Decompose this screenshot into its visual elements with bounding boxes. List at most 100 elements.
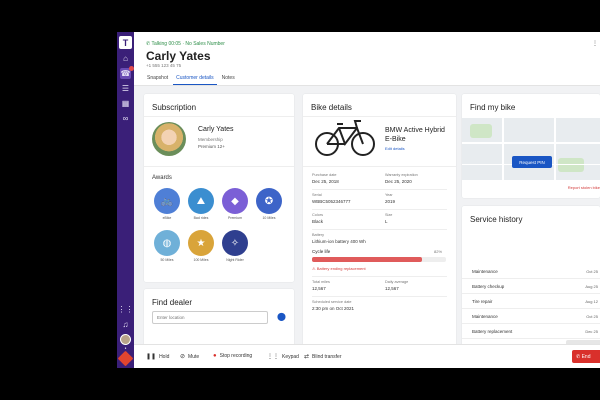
award-label: Night Rider (226, 258, 244, 262)
dealer-location-input[interactable] (152, 311, 268, 324)
call-status: ✆ Talking 00:05 · No Sales Number (146, 41, 225, 47)
app-window: T ⌂ ☎ ☰ ▦ ∞ ⋮⋮ ♫ ● ✆ Talking 00:05 · No … (117, 32, 600, 368)
service-history-title: Service history (470, 215, 523, 224)
alert-icon[interactable] (117, 350, 134, 367)
dealer-title: Find dealer (152, 298, 193, 307)
customer-phone: +1 555 123 45 75 (146, 63, 182, 68)
list-item[interactable]: Maintenance Oct 25 (462, 264, 600, 279)
call-controls-bar: ❚❚ Hold ⊘ Mute ● Stop recording ⋮⋮ Keypad ⇄ B… (134, 344, 600, 368)
divider (312, 276, 447, 277)
bell-icon[interactable]: ♫ (120, 319, 131, 330)
app-logo-icon: T (119, 36, 132, 49)
contacts-icon[interactable]: ☎ (120, 66, 134, 79)
end-call-button[interactable]: ✆ End (572, 350, 600, 363)
tab-customer-details[interactable]: Customer details (173, 75, 217, 85)
award-label: 50 Miles (160, 258, 174, 262)
list-item[interactable]: Tire repair Aug 12 (462, 294, 600, 309)
award-label: Premium (227, 216, 242, 220)
service-date: Oct 25 (586, 314, 598, 319)
mic-off-icon: ⊘ (180, 354, 186, 360)
service-type: Battery checkup (472, 284, 505, 289)
field-value: Dec 25, 2020 (385, 179, 412, 184)
record-label: Stop recording (219, 353, 253, 359)
field-value: WBBC5052346777 (312, 199, 351, 204)
field-label: Serial (312, 193, 322, 197)
tab-snapshot[interactable]: Snapshot (144, 75, 171, 85)
subscriber-name: Carly Yates (198, 126, 234, 133)
field-label: Battery (312, 233, 325, 237)
award-label: eBike (162, 216, 172, 220)
divider (303, 166, 456, 167)
stop-recording-button[interactable]: ● Stop recording (213, 353, 252, 359)
hold-button[interactable]: ❚❚ Hold (146, 353, 170, 361)
bike-details-card: Bike details BMW Active Hybrid E-Bike Ed… (303, 94, 456, 363)
list-item[interactable]: Battery checkup Aug 25 (462, 279, 600, 294)
mute-button[interactable]: ⊘ Mute (180, 353, 200, 361)
list-item[interactable]: Battery replacement Dec 25 (462, 324, 600, 339)
rail-bottom: ⋮⋮ ♫ ● (117, 300, 134, 367)
field-value: L (385, 219, 388, 224)
map-park (470, 124, 492, 138)
end-label: End (581, 353, 591, 360)
globe-icon: ◍ (154, 230, 180, 256)
blind-transfer-button[interactable]: ⇄ Blind transfer (304, 353, 342, 361)
subscription-card: Subscription Carly Yates Membership Prem… (144, 94, 294, 282)
mountain-icon: ⛰ (188, 188, 214, 214)
left-rail: T ⌂ ☎ ☰ ▦ ∞ ⋮⋮ ♫ ● (117, 32, 134, 368)
divider (312, 209, 447, 210)
voicemail-icon[interactable]: ∞ (120, 113, 131, 124)
find-my-bike-card: Find my bike Request PIN Report stolen b… (462, 94, 600, 198)
list-icon[interactable]: ☰ (120, 83, 131, 94)
keypad-label: Keypad (282, 353, 299, 360)
award-label: 100 Miles (193, 258, 209, 262)
service-date-value: 2:30 pm on Oct 2021 (312, 306, 355, 311)
battery-warning-text: Battery ending replacement (316, 266, 366, 271)
field-label: Year (385, 193, 393, 197)
list-item[interactable]: Maintenance Oct 25 (462, 309, 600, 324)
mute-label: Mute (188, 353, 200, 360)
divider (144, 116, 294, 117)
divider (312, 296, 447, 297)
location-pin-icon[interactable]: ⬤ (277, 312, 286, 321)
service-date-label: Scheduled service date (312, 300, 352, 304)
request-pin-button[interactable]: Request PIN (512, 156, 552, 168)
map-park (558, 158, 584, 172)
report-stolen-link[interactable]: Report stolen bike (568, 185, 600, 190)
field-value: Lithium-ion battery 400 Wh (312, 239, 366, 244)
cycle-life-bar (312, 257, 446, 262)
service-date: Dec 25 (585, 329, 598, 334)
map-road (462, 142, 600, 144)
divider (144, 166, 294, 167)
hold-label: Hold (159, 353, 170, 360)
battery-warning: ⚠ Battery ending replacement (312, 266, 366, 271)
more-menu-icon[interactable]: ⋮ (592, 40, 598, 47)
diamond-icon: ◆ (222, 188, 248, 214)
field-value: Black (312, 219, 324, 224)
user-avatar[interactable] (120, 334, 131, 345)
edit-details-link[interactable]: Edit details (385, 146, 405, 151)
bike-image (315, 120, 375, 156)
service-type: Battery replacement (472, 329, 513, 334)
transfer-label: Blind transfer (312, 353, 342, 360)
cycle-life-percent: 82% (434, 249, 443, 254)
home-icon[interactable]: ⌂ (120, 53, 131, 64)
tab-notes[interactable]: Notes (219, 75, 238, 85)
field-label: Size (385, 213, 393, 217)
membership-label: Membership (198, 137, 223, 142)
customer-name: Carly Yates (146, 49, 211, 63)
award-label: 10 Miles (262, 216, 276, 220)
map-view[interactable]: Request PIN (462, 118, 600, 180)
service-type: Tire repair (472, 299, 493, 304)
keypad-button[interactable]: ⋮⋮ Keypad (267, 353, 299, 361)
service-type: Maintenance (472, 269, 498, 274)
bike-details-title: Bike details (311, 103, 352, 112)
stat-label: Daily average (385, 280, 409, 284)
map-road (554, 118, 556, 180)
service-date: Aug 12 (585, 299, 598, 304)
apps-grid-icon[interactable]: ⋮⋮ (118, 304, 134, 315)
calendar-icon[interactable]: ▦ (120, 98, 131, 109)
divider (312, 189, 447, 190)
awards-title: Awards (152, 175, 172, 181)
user-status: ● (124, 346, 127, 350)
find-bike-title: Find my bike (470, 103, 516, 112)
